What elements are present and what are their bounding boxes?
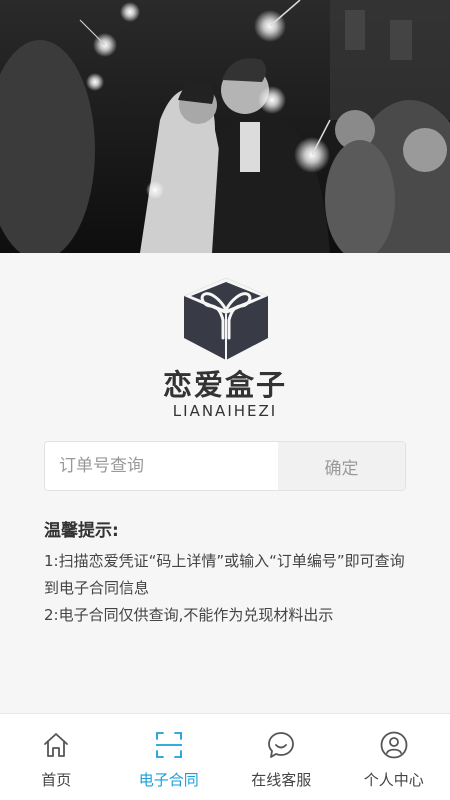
tips-section: 温馨提示: 1:扫描恋爱凭证“码上详情”或输入“订单编号”即可查询到电子合同信息… — [44, 518, 414, 629]
tab-home-label: 首页 — [41, 771, 72, 789]
brand-name-en: LIANAIHEZI — [172, 402, 278, 420]
tab-customer-service-label: 在线客服 — [251, 771, 312, 789]
tip-line-1: 1:扫描恋爱凭证“码上详情”或输入“订单编号”即可查询到电子合同信息 — [44, 552, 405, 597]
bottom-tab-bar: 首页 电子合同 在线客服 个人中心 — [0, 713, 450, 800]
tip-line-2: 2:电子合同仅供查询,不能作为兑现材料出示 — [44, 606, 334, 624]
tab-home[interactable]: 首页 — [0, 714, 113, 800]
swan-box-logo-icon — [184, 278, 268, 360]
chat-icon — [268, 732, 295, 758]
brand-logo: 恋爱盒子 LIANAIHEZI — [155, 276, 295, 421]
tab-contract-label: 电子合同 — [138, 771, 199, 789]
tab-profile[interactable]: 个人中心 — [338, 714, 450, 800]
hero-banner-image — [0, 0, 450, 253]
tab-customer-service[interactable]: 在线客服 — [225, 714, 338, 800]
home-icon — [44, 733, 69, 757]
scan-icon — [155, 732, 182, 758]
order-number-input[interactable] — [45, 442, 278, 490]
tab-contract[interactable]: 电子合同 — [113, 714, 226, 800]
user-icon — [380, 731, 408, 759]
tab-profile-label: 个人中心 — [363, 771, 424, 789]
brand-name-cn: 恋爱盒子 — [162, 368, 287, 402]
confirm-button[interactable]: 确定 — [278, 442, 405, 490]
order-search-bar: 确定 — [44, 441, 406, 491]
tips-title: 温馨提示: — [44, 521, 119, 541]
